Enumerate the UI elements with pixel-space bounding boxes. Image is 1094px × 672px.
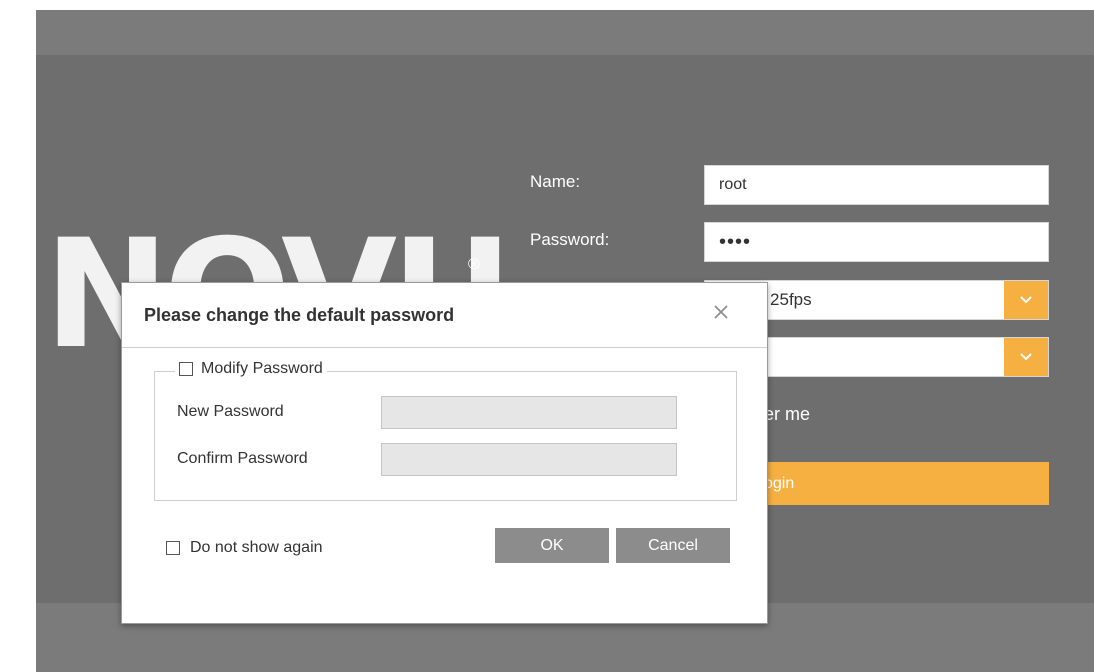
confirm-password-label: Confirm Password (177, 450, 308, 467)
change-password-dialog: Please change the default password Modif… (121, 282, 768, 624)
dialog-title: Please change the default password (144, 305, 455, 325)
dialog-divider (122, 347, 767, 348)
confirm-password-input[interactable] (381, 443, 677, 476)
password-label: Password: (530, 230, 610, 249)
password-input[interactable]: •••• (704, 222, 1049, 262)
modify-password-group: Modify Password New Password Confirm Pas… (154, 360, 737, 501)
dont-show-again-checkbox[interactable] (166, 541, 180, 555)
chevron-down-icon[interactable] (1004, 281, 1048, 319)
top-bar (36, 10, 1094, 55)
dont-show-again-label: Do not show again (190, 539, 323, 556)
cancel-button[interactable]: Cancel (616, 528, 730, 563)
name-input[interactable]: root (704, 165, 1049, 205)
modify-password-toggle[interactable]: Modify Password (175, 360, 327, 378)
ok-button[interactable]: OK (495, 528, 609, 563)
modify-password-checkbox[interactable] (179, 362, 193, 376)
close-icon[interactable] (708, 299, 734, 325)
new-password-label: New Password (177, 403, 284, 420)
dont-show-again-toggle[interactable]: Do not show again (166, 539, 323, 557)
modify-password-label: Modify Password (201, 360, 323, 377)
registered-mark: ® (468, 256, 480, 273)
name-label: Name: (530, 172, 581, 191)
new-password-input[interactable] (381, 396, 677, 429)
chevron-down-icon[interactable] (1004, 338, 1048, 376)
